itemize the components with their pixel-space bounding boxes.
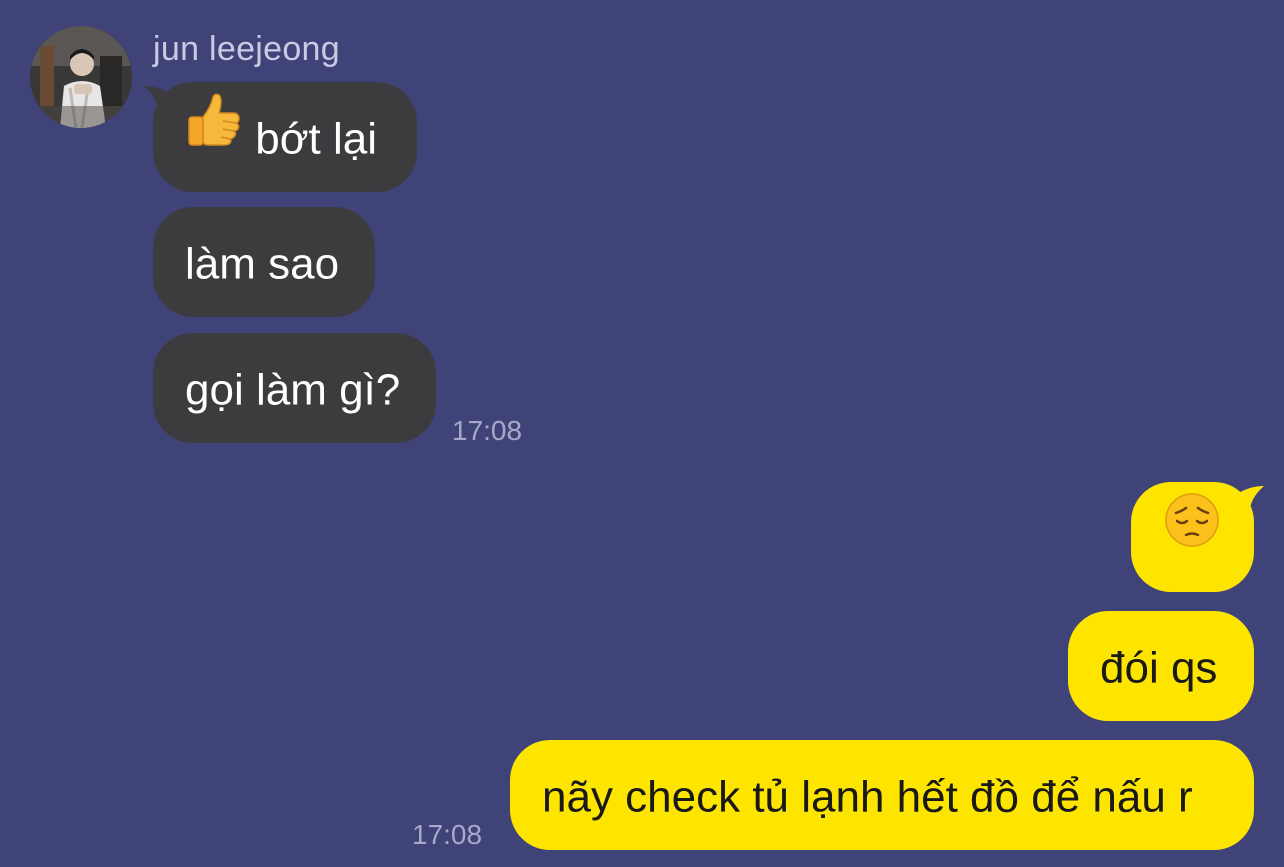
message-text: nãy check tủ lạnh hết đồ để nấu r bbox=[542, 772, 1193, 822]
pensive-face-icon bbox=[1163, 480, 1221, 590]
incoming-message[interactable]: làm sao bbox=[153, 207, 375, 317]
incoming-timestamp: 17:08 bbox=[452, 415, 523, 446]
message-text: gọi làm gì? bbox=[185, 365, 401, 415]
outgoing-message[interactable]: đói qs bbox=[1068, 611, 1254, 721]
message-text: bớt lại bbox=[255, 114, 378, 164]
incoming-message[interactable]: bớt lại bbox=[153, 82, 417, 192]
outgoing-message[interactable] bbox=[1131, 482, 1254, 592]
message-text: làm sao bbox=[185, 239, 340, 289]
contact-avatar[interactable] bbox=[30, 26, 132, 128]
outgoing-timestamp: 17:08 bbox=[412, 819, 483, 850]
incoming-message[interactable]: gọi làm gì? bbox=[153, 333, 436, 443]
outgoing-message[interactable]: nãy check tủ lạnh hết đồ để nấu r bbox=[510, 740, 1254, 850]
sender-name: jun leejeong bbox=[153, 30, 340, 68]
message-text: đói qs bbox=[1100, 643, 1218, 693]
thumbs-up-icon bbox=[185, 80, 243, 190]
